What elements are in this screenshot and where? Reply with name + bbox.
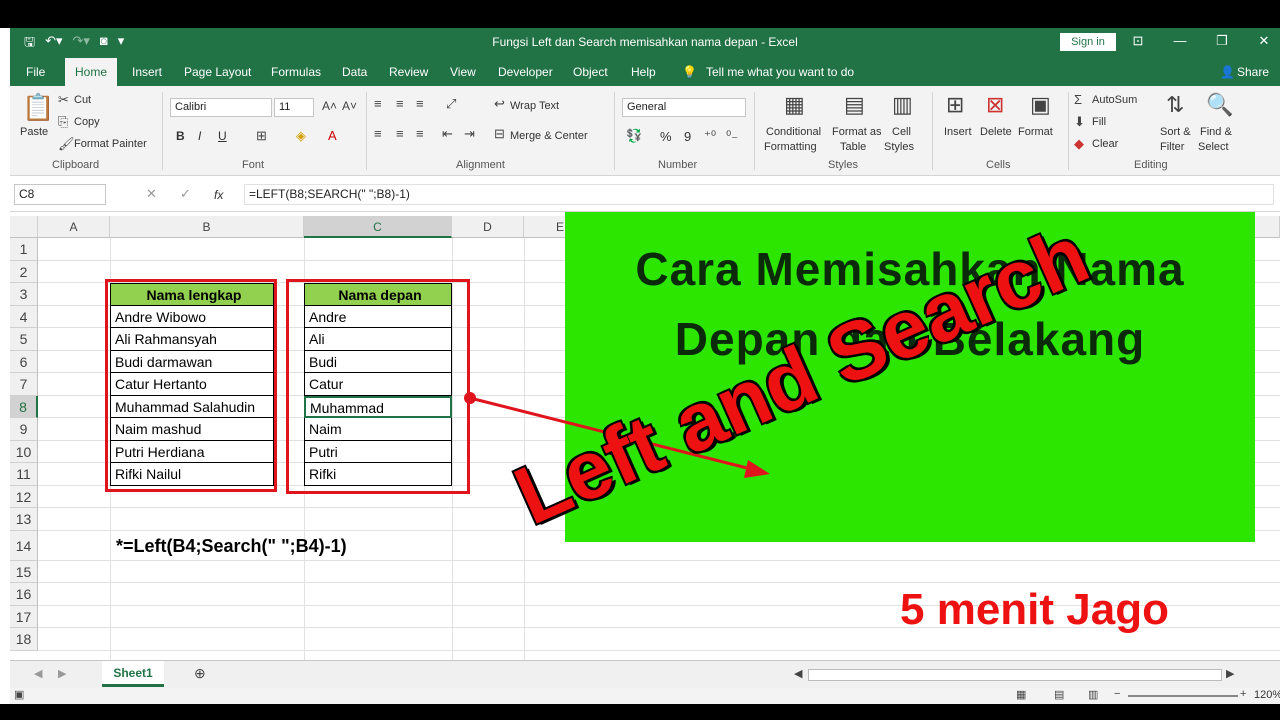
normal-view-icon[interactable]: ▦ <box>1016 688 1026 701</box>
subtitle-text: 5 menit Jago <box>900 585 1169 634</box>
horizontal-scrollbar[interactable] <box>808 669 1222 681</box>
hscroll-left-icon[interactable]: ◀ <box>794 667 802 680</box>
macro-record-icon[interactable]: ▣ <box>14 688 24 701</box>
arrow-tail-dot <box>464 392 476 404</box>
add-sheet-icon[interactable]: ⊕ <box>194 665 206 682</box>
hscroll-right-icon[interactable]: ▶ <box>1226 667 1234 680</box>
scroll-right-icon[interactable]: ▶ <box>58 667 66 680</box>
arrow-head <box>744 460 770 478</box>
letterbox-bottom <box>0 704 1280 720</box>
excel-window: 🖫 ↶▾ ↷▾ ◙ ▾ Fungsi Left dan Search memis… <box>0 0 1280 720</box>
sheet-tab-sheet1[interactable]: Sheet1 <box>102 661 164 687</box>
status-bar: ▣ ▦ ▤ ▥ − + 120% <box>10 688 1280 704</box>
page-break-view-icon[interactable]: ▥ <box>1088 688 1098 701</box>
zoom-in-icon[interactable]: + <box>1240 688 1246 700</box>
sheet-tabs-bar: ◀ ▶ Sheet1 ⊕ ◀ ▶ <box>10 660 1280 688</box>
zoom-out-icon[interactable]: − <box>1114 688 1120 700</box>
page-layout-view-icon[interactable]: ▤ <box>1054 688 1064 701</box>
zoom-slider[interactable] <box>1128 695 1238 697</box>
scroll-left-icon[interactable]: ◀ <box>34 667 42 680</box>
zoom-level[interactable]: 120% <box>1254 689 1280 701</box>
